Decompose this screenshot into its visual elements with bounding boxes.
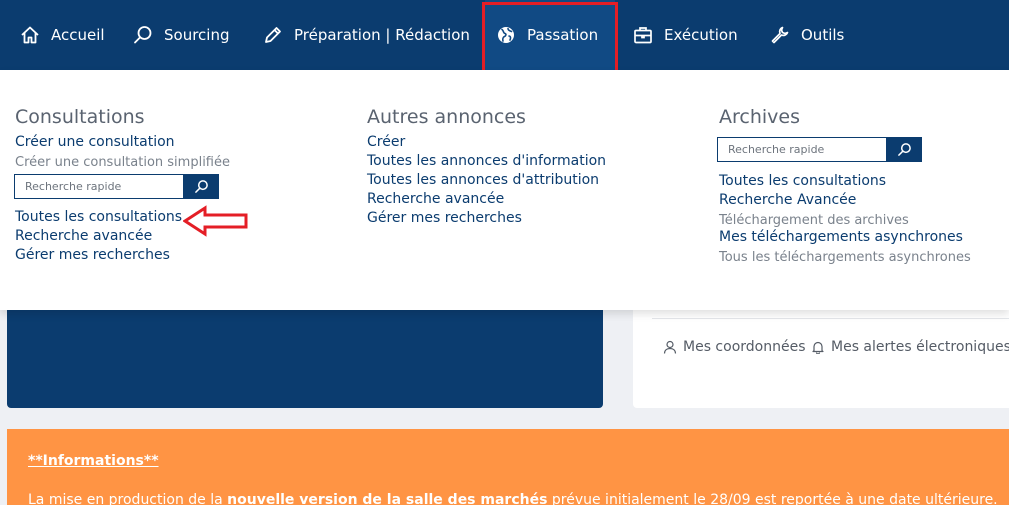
attribution-annonces-link[interactable]: Toutes les annonces d'attribution	[367, 172, 599, 188]
annonces-manage-searches-link[interactable]: Gérer mes recherches	[367, 210, 522, 226]
manage-searches-link[interactable]: Gérer mes recherches	[15, 247, 170, 263]
info-annonces-link[interactable]: Toutes les annonces d'information	[367, 153, 606, 169]
nav-execution[interactable]: Exécution	[633, 0, 738, 70]
create-annonce-link[interactable]: Créer	[367, 134, 405, 150]
archives-search-button[interactable]	[886, 137, 922, 162]
alerts-label: Mes alertes électroniques	[831, 339, 1009, 355]
archives-advanced-search-link[interactable]: Recherche Avancée	[719, 192, 856, 208]
search-icon	[897, 143, 911, 156]
consultations-title: Consultations	[15, 106, 145, 128]
search-icon	[134, 26, 152, 44]
info-title: **Informations**	[28, 453, 159, 469]
info-text: La mise en production de la nouvelle ver…	[28, 492, 998, 505]
passation-dropdown: Consultations Créer une consultation Cré…	[0, 70, 1009, 310]
consultations-quick-search: Recherche rapide	[14, 174, 219, 199]
archives-search-input[interactable]: Recherche rapide	[717, 137, 886, 162]
globe-icon	[498, 27, 514, 43]
pencil-icon	[265, 27, 281, 43]
nav-outils-label: Outils	[801, 26, 845, 44]
archives-quick-search: Recherche rapide	[717, 137, 922, 162]
search-icon	[194, 180, 208, 193]
all-consultations-link[interactable]: Toutes les consultations	[15, 209, 182, 225]
coordinates-link[interactable]: Mes coordonnées	[663, 339, 806, 355]
wrench-icon	[771, 26, 789, 44]
nav-accueil-label: Accueil	[51, 26, 105, 44]
my-async-downloads-link[interactable]: Mes téléchargements asynchrones	[719, 229, 963, 245]
info-text-prefix: La mise en production de la	[28, 492, 228, 505]
home-icon	[21, 26, 39, 44]
nav-sourcing[interactable]: Sourcing	[133, 0, 230, 70]
autres-annonces-title: Autres annonces	[367, 106, 526, 128]
alerts-link[interactable]: Mes alertes électroniques	[811, 339, 1009, 355]
nav-passation[interactable]: Passation	[485, 0, 615, 70]
archives-title: Archives	[719, 106, 800, 128]
consultations-search-button[interactable]	[183, 174, 219, 199]
info-text-suffix: prévue initialement le 28/09 est reporté…	[547, 492, 998, 505]
nav-passation-label: Passation	[527, 26, 599, 44]
nav-outils[interactable]: Outils	[770, 0, 844, 70]
archives-download-link[interactable]: Téléchargement des archives	[719, 213, 909, 228]
main-nav: Accueil Sourcing Préparation | Rédaction…	[0, 0, 1009, 70]
info-text-bold: nouvelle version de la salle des marchés	[227, 492, 548, 505]
divider	[652, 318, 1009, 319]
nav-sourcing-label: Sourcing	[164, 26, 230, 44]
nav-preparation[interactable]: Préparation | Rédaction	[263, 0, 470, 70]
all-async-downloads-link[interactable]: Tous les téléchargements asynchrones	[719, 250, 971, 265]
advanced-search-link[interactable]: Recherche avancée	[15, 228, 152, 244]
annonces-advanced-search-link[interactable]: Recherche avancée	[367, 191, 504, 207]
create-simple-consultation-link[interactable]: Créer une consultation simplifiée	[15, 155, 230, 170]
user-icon	[663, 340, 677, 354]
consultations-search-input[interactable]: Recherche rapide	[14, 174, 183, 199]
nav-preparation-label: Préparation | Rédaction	[294, 26, 470, 44]
annotation-arrow-icon	[183, 205, 248, 237]
archives-all-consultations-link[interactable]: Toutes les consultations	[719, 173, 886, 189]
create-consultation-link[interactable]: Créer une consultation	[15, 134, 175, 150]
bell-icon	[812, 341, 824, 354]
coordinates-label: Mes coordonnées	[683, 339, 806, 355]
nav-execution-label: Exécution	[664, 26, 738, 44]
briefcase-icon	[634, 27, 652, 44]
nav-accueil[interactable]: Accueil	[20, 0, 105, 70]
